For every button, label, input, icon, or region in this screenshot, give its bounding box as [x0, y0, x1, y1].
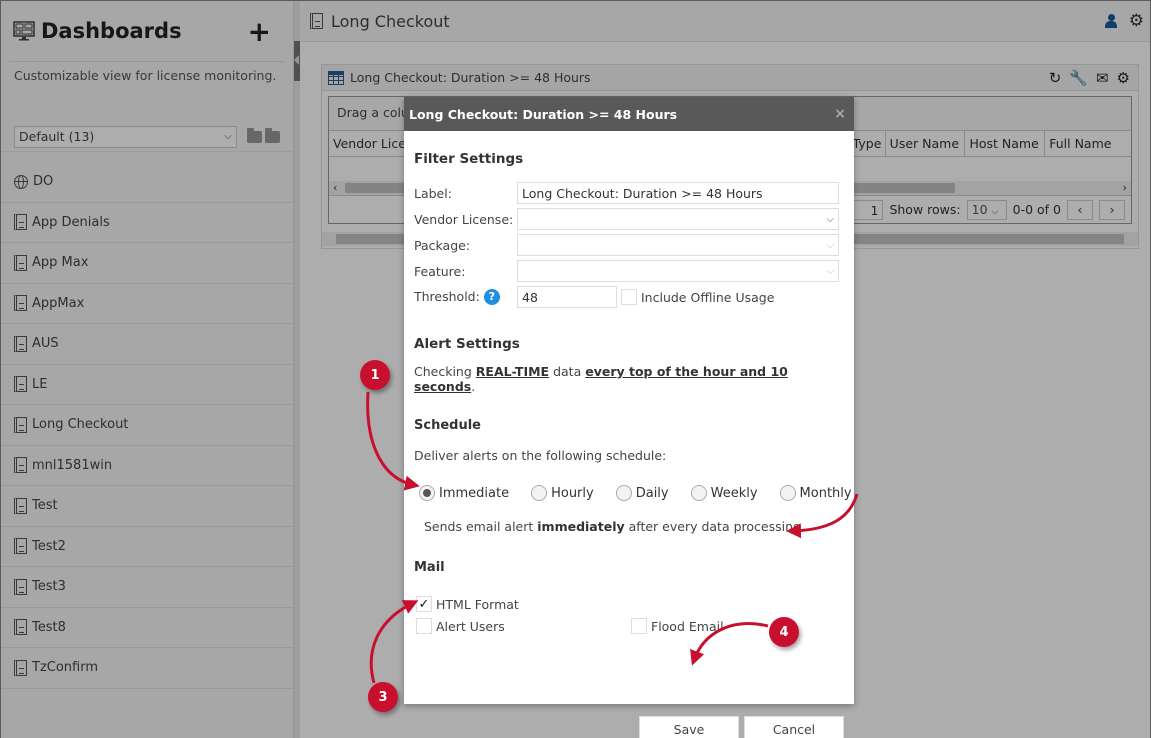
schedule-intro: Deliver alerts on the following schedule…	[414, 448, 667, 463]
annotation-badge-4: 4	[769, 617, 799, 647]
annotation-badge-1: 1	[360, 360, 390, 390]
schedule-option-label: Monthly	[799, 485, 852, 501]
checking-prefix: Checking	[414, 364, 472, 379]
schedule-description: Sends email alert immediately after ever…	[414, 519, 844, 534]
radio-button[interactable]	[615, 485, 632, 501]
label-row: Label: Long Checkout: Duration >= 48 Hou…	[414, 180, 844, 206]
threshold-label: Threshold:	[414, 288, 480, 304]
html-format-row: ✓ HTML Format	[414, 596, 844, 612]
radio-button[interactable]	[531, 485, 548, 501]
feature-select[interactable]: ⌵	[517, 260, 839, 282]
vendor-license-row: Vendor License: ⌵	[414, 206, 844, 232]
close-icon[interactable]: ×	[834, 106, 846, 122]
package-label: Package:	[414, 237, 471, 253]
schedule-desc-prefix: Sends email alert	[424, 519, 534, 534]
package-select[interactable]: ⌵	[517, 234, 839, 256]
label-input[interactable]: Long Checkout: Duration >= 48 Hours	[517, 182, 839, 204]
schedule-option-hourly[interactable]: Hourly	[531, 485, 594, 501]
alert-users-label: Alert Users	[436, 618, 505, 634]
schedule-desc-suffix: after every data processing.	[628, 519, 805, 534]
checking-mid: data	[553, 364, 582, 379]
checking-text: Checking REAL-TIME data every top of the…	[414, 364, 844, 394]
threshold-row: Threshold:? 48 Include Offline Usage	[414, 284, 844, 310]
schedule-option-label: Weekly	[710, 485, 758, 501]
schedule-options: Immediate Hourly Daily Weekly Monthly	[414, 485, 852, 501]
include-offline-label: Include Offline Usage	[641, 289, 775, 305]
schedule-option-daily[interactable]: Daily	[615, 485, 669, 501]
feature-label: Feature:	[414, 263, 466, 279]
cancel-button[interactable]: Cancel	[744, 716, 844, 738]
chevron-down-icon: ⌵	[826, 239, 834, 251]
radio-button[interactable]	[690, 485, 707, 501]
dialog-header: Long Checkout: Duration >= 48 Hours ×	[404, 97, 854, 131]
chevron-down-icon: ⌵	[826, 265, 834, 277]
schedule-desc-bold: immediately	[537, 519, 625, 534]
threshold-label-wrap: Threshold:?	[414, 289, 517, 306]
schedule-option-label: Daily	[635, 485, 669, 501]
alert-users-checkbox[interactable]	[416, 618, 432, 634]
checking-suffix: .	[471, 379, 476, 394]
schedule-option-weekly[interactable]: Weekly	[690, 485, 758, 501]
vendor-license-select[interactable]: ⌵	[517, 208, 839, 230]
radio-button[interactable]	[419, 485, 435, 501]
flood-email-label: Flood Email	[651, 618, 724, 634]
dialog-actions: Save Cancel	[639, 716, 844, 738]
filter-settings-heading: Filter Settings	[414, 151, 524, 167]
mail-heading: Mail	[414, 560, 445, 575]
chevron-down-icon: ⌵	[826, 213, 834, 225]
label-field-label: Label:	[414, 185, 452, 201]
feature-row: Feature: ⌵	[414, 258, 844, 284]
schedule-option-label: Hourly	[551, 485, 594, 501]
schedule-option-monthly[interactable]: Monthly	[779, 485, 852, 501]
include-offline-checkbox[interactable]	[621, 289, 637, 305]
alert-settings-dialog: Long Checkout: Duration >= 48 Hours × Fi…	[404, 97, 854, 738]
checking-mode: REAL-TIME	[475, 364, 550, 379]
schedule-heading: Schedule	[414, 418, 481, 433]
help-icon[interactable]: ?	[483, 289, 500, 306]
threshold-input[interactable]: 48	[517, 286, 617, 308]
annotation-badge-3: 3	[368, 682, 398, 712]
save-button[interactable]: Save	[639, 716, 739, 738]
alert-settings-heading: Alert Settings	[414, 336, 520, 352]
package-row: Package: ⌵	[414, 232, 844, 258]
vendor-license-label: Vendor License:	[414, 211, 514, 227]
schedule-option-immediate[interactable]: Immediate	[419, 485, 509, 501]
schedule-option-label: Immediate	[439, 485, 510, 501]
html-format-checkbox[interactable]: ✓	[416, 596, 432, 612]
flood-email-checkbox[interactable]	[631, 618, 647, 634]
radio-button[interactable]	[779, 485, 796, 501]
html-format-label: HTML Format	[436, 596, 519, 612]
dialog-title: Long Checkout: Duration >= 48 Hours	[409, 106, 678, 122]
